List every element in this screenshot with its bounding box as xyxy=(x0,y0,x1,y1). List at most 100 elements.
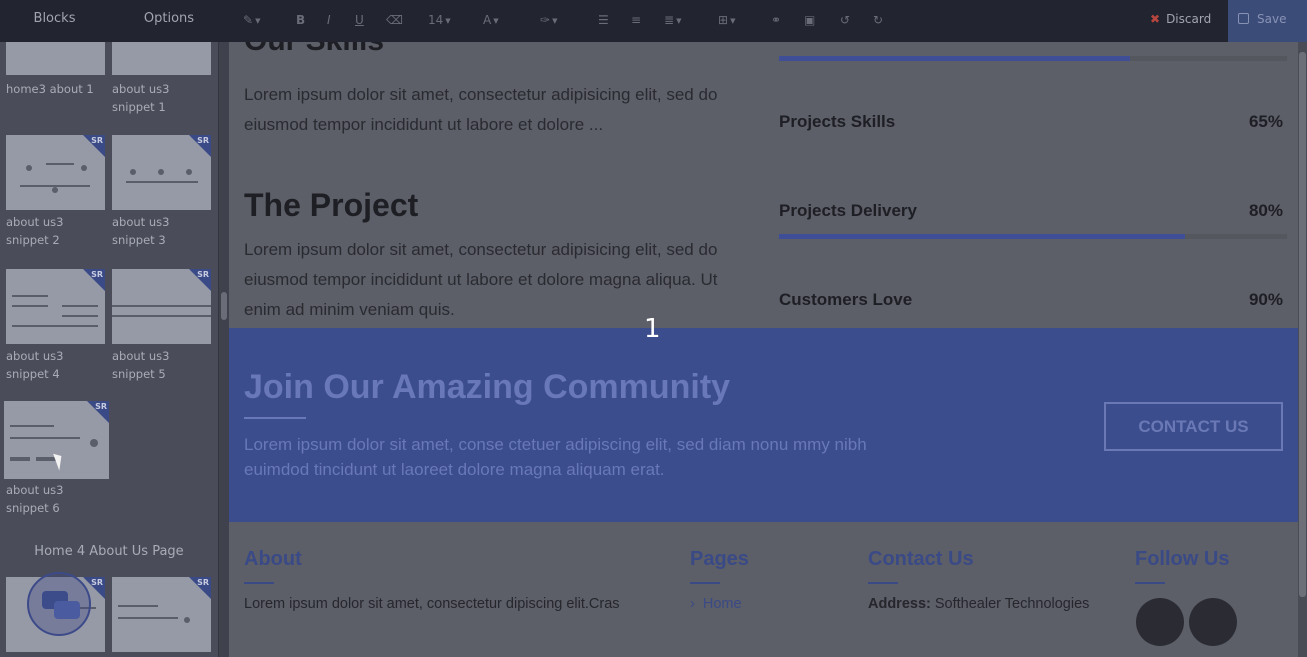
block-thumbnail[interactable]: SR xyxy=(112,135,211,210)
blocks-sidebar: home3 about 1 about us3 snippet 1 SR SR … xyxy=(0,42,218,657)
discard-button[interactable]: ✖ Discard xyxy=(1140,0,1211,42)
block-thumbnail[interactable]: SR xyxy=(4,401,109,479)
tab-blocks[interactable]: Blocks xyxy=(0,0,109,42)
progress-track xyxy=(779,234,1287,239)
ordered-list-tool-button[interactable]: ≡ xyxy=(631,11,641,29)
skills-text: Lorem ipsum dolor sit amet, consectetur … xyxy=(244,85,718,134)
footer-contact-title: Contact Us xyxy=(868,548,974,570)
text-color-tool-button[interactable]: A ▼ xyxy=(483,11,499,29)
skills-heading: Our Skills xyxy=(244,42,384,58)
progress-bar xyxy=(779,56,1130,61)
caret-down-icon: ▼ xyxy=(255,16,261,25)
italic-tool-button[interactable]: I xyxy=(327,11,331,29)
footer-pages-title: Pages xyxy=(690,548,749,570)
address-value: Softhealer Technologies xyxy=(934,596,1090,612)
block-thumbnail[interactable]: SR xyxy=(6,269,105,344)
image-tool-button[interactable]: ▣ xyxy=(804,11,815,29)
undo-icon: ↺ xyxy=(840,13,851,27)
table-icon: ⊞ xyxy=(718,13,729,27)
sr-badge: SR xyxy=(95,402,107,411)
thumbnail-label: about us3 snippet 5 xyxy=(112,349,170,381)
sr-badge: SR xyxy=(197,136,209,145)
thumbnail-label: about us3 snippet 6 xyxy=(6,483,64,515)
undo-tool-button[interactable]: ↺ xyxy=(840,11,850,29)
caret-down-icon: ▼ xyxy=(493,16,499,25)
thumbnail-label: about us3 snippet 2 xyxy=(6,215,64,247)
progress-bar xyxy=(779,234,1185,239)
social-icon[interactable] xyxy=(1189,598,1237,646)
community-banner: 1 Join Our Amazing Community Lorem ipsum… xyxy=(229,314,1298,522)
project-heading: The Project xyxy=(244,187,419,223)
eraser-tool-button[interactable]: ⌫ xyxy=(386,11,403,29)
live-chat-button[interactable] xyxy=(27,572,91,636)
block-thumbnail[interactable] xyxy=(112,42,211,75)
close-icon: ✖ xyxy=(1150,12,1161,26)
step-number: 1 xyxy=(644,314,661,344)
unordered-list-tool-button[interactable]: ☰ xyxy=(598,11,609,29)
scrollbar-thumb[interactable] xyxy=(1299,52,1306,597)
sidebar-resize-handle[interactable] xyxy=(218,42,229,657)
block-thumbnail[interactable]: SR xyxy=(6,135,105,210)
skill-label: Customers Love xyxy=(779,290,913,309)
table-tool-button[interactable]: ⊞ ▼ xyxy=(718,11,735,29)
discard-label: Discard xyxy=(1166,12,1212,26)
sr-badge: SR xyxy=(197,578,209,587)
skill-value: 65% xyxy=(1248,112,1283,131)
caret-down-icon: ▼ xyxy=(676,16,682,25)
footer-about-text: Lorem ipsum dolor sit amet, consectetur … xyxy=(244,596,620,612)
font-size-tool-button[interactable]: 14 ▼ xyxy=(428,11,451,29)
footer-follow-title: Follow Us xyxy=(1135,548,1230,570)
align-icon: ≣ xyxy=(664,13,675,27)
link-tool-button[interactable]: ⚭ xyxy=(771,11,781,29)
banner-divider xyxy=(244,417,306,419)
block-thumbnail[interactable] xyxy=(6,42,105,75)
caret-down-icon: ▼ xyxy=(552,16,558,25)
footer-link-label: Home xyxy=(702,596,742,612)
sr-badge: SR xyxy=(91,136,103,145)
thumbnail-label: home3 about 1 xyxy=(6,82,94,96)
tab-options[interactable]: Options xyxy=(109,0,229,42)
bold-icon: B xyxy=(296,13,306,27)
pen-tool-button[interactable]: ✎ ▼ xyxy=(243,11,260,29)
save-label: Save xyxy=(1257,12,1287,26)
banner-title: Join Our Amazing Community xyxy=(244,368,731,406)
footer-address: Address: Softhealer Technologies xyxy=(868,596,1089,612)
thumbnail-label: about us3 snippet 4 xyxy=(6,349,64,381)
save-button[interactable]: Save xyxy=(1228,0,1307,42)
unordered-list-icon: ☰ xyxy=(598,13,609,27)
footer-link-home[interactable]: › Home xyxy=(690,596,742,612)
align-tool-button[interactable]: ≣ ▼ xyxy=(664,11,681,29)
save-disk-icon xyxy=(1238,13,1249,24)
contact-us-button[interactable]: CONTACT US xyxy=(1104,402,1283,451)
skill-label: Projects Skills xyxy=(779,112,896,131)
project-text: Lorem ipsum dolor sit amet, consectetur … xyxy=(244,240,718,319)
sr-badge: SR xyxy=(91,270,103,279)
bold-tool-button[interactable]: B xyxy=(296,11,305,29)
thumbnail-label: about us3 snippet 1 xyxy=(112,82,170,114)
font-size-icon: 14 xyxy=(428,13,444,27)
social-icon[interactable] xyxy=(1136,598,1184,646)
image-icon: ▣ xyxy=(804,13,816,27)
thumbnail-label: about us3 snippet 3 xyxy=(112,215,170,247)
block-thumbnail[interactable]: SR xyxy=(112,577,211,652)
highlight-tool-button[interactable]: ✑ ▼ xyxy=(540,11,557,29)
section-title: Home 4 About Us Page xyxy=(34,544,184,559)
footer-divider xyxy=(1135,582,1165,584)
canvas-scrollbar[interactable] xyxy=(1298,42,1307,657)
highlight-icon: ✑ xyxy=(540,13,551,27)
ordered-list-icon: ≡ xyxy=(631,13,642,27)
redo-icon: ↻ xyxy=(873,13,884,27)
footer-about-title: About xyxy=(244,548,302,570)
footer-divider xyxy=(690,582,720,584)
underline-tool-button[interactable]: U xyxy=(355,11,364,29)
sr-badge: SR xyxy=(197,270,209,279)
pen-icon: ✎ xyxy=(243,13,254,27)
address-label: Address: xyxy=(868,596,931,612)
eraser-icon: ⌫ xyxy=(386,13,403,27)
skill-value: 80% xyxy=(1248,201,1283,220)
underline-icon: U xyxy=(355,13,364,27)
link-icon: ⚭ xyxy=(771,13,782,27)
block-thumbnail[interactable]: SR xyxy=(112,269,211,344)
sr-badge: SR xyxy=(91,578,103,587)
redo-tool-button[interactable]: ↻ xyxy=(873,11,883,29)
